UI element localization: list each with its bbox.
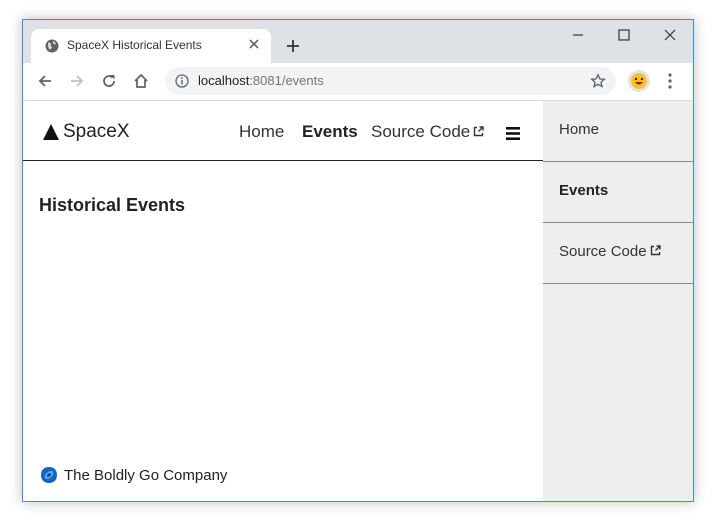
reload-icon[interactable] (100, 72, 118, 90)
emoji-face-icon (631, 73, 647, 89)
company-logo-icon (41, 467, 57, 483)
footer-company-name: The Boldly Go Company (64, 466, 228, 484)
drawer-item-label: Events (559, 182, 609, 199)
home-icon[interactable] (132, 72, 150, 90)
page-title: Historical Events (39, 195, 186, 215)
nav-home-link[interactable]: Home (239, 122, 284, 142)
tab-strip: SpaceX Historical Events (23, 20, 693, 63)
url-path: :8081/events (249, 73, 324, 88)
address-bar[interactable]: localhost:8081/events (165, 67, 616, 95)
drawer-source-code-label: Source Code (559, 243, 647, 260)
close-tab-icon[interactable] (247, 37, 261, 51)
triangle-logo-icon (43, 124, 59, 140)
drawer-item-events[interactable]: Events (543, 162, 693, 223)
nav-source-code-link[interactable]: Source Code (371, 122, 484, 142)
back-icon[interactable] (36, 72, 54, 90)
drawer-item-label: Source Code (559, 243, 661, 260)
drawer-item-home[interactable]: Home (543, 101, 693, 162)
browser-menu-icon[interactable] (664, 72, 676, 90)
info-icon[interactable] (175, 74, 189, 88)
maximize-icon[interactable] (617, 28, 631, 42)
browser-toolbar: localhost:8081/events (23, 63, 693, 101)
globe-icon (45, 39, 59, 53)
browser-window: SpaceX Historical Events localhost:8081/… (22, 19, 694, 502)
minimize-icon[interactable] (571, 28, 585, 42)
hamburger-icon[interactable] (506, 127, 520, 140)
bookmark-star-icon[interactable] (590, 73, 606, 89)
window-close-icon[interactable] (663, 28, 677, 42)
tab-title: SpaceX Historical Events (67, 38, 202, 52)
forward-icon[interactable] (68, 72, 86, 90)
profile-avatar[interactable] (628, 70, 650, 92)
nav-source-code-label: Source Code (371, 122, 471, 141)
web-page: SpaceX Home Events Source Code Historica… (23, 101, 693, 501)
drawer-item-source-code[interactable]: Source Code (543, 223, 693, 284)
url-host: localhost (198, 73, 250, 88)
side-drawer: Home Events Source Code (543, 101, 693, 501)
url-text: localhost:8081/events (198, 73, 324, 88)
drawer-item-label: Home (559, 121, 600, 138)
site-footer: The Boldly Go Company (40, 466, 227, 484)
new-tab-icon[interactable] (285, 38, 301, 54)
browser-tab[interactable]: SpaceX Historical Events (31, 29, 271, 63)
external-link-icon (474, 126, 484, 137)
site-navbar: SpaceX Home Events Source Code (23, 101, 543, 161)
brand-logo[interactable]: SpaceX (43, 121, 130, 143)
brand-name: SpaceX (63, 121, 130, 142)
external-link-icon (650, 245, 661, 256)
nav-events-link[interactable]: Events (302, 122, 358, 142)
main-content: SpaceX Home Events Source Code Historica… (23, 101, 543, 501)
